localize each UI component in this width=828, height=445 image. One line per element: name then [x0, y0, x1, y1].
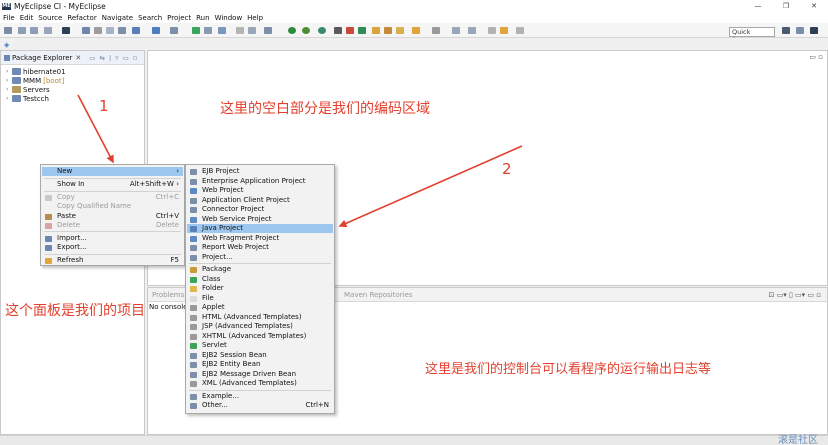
annotation-arrows — [77, 94, 523, 228]
arrow-2 — [338, 145, 523, 228]
arrow-1 — [77, 94, 114, 164]
